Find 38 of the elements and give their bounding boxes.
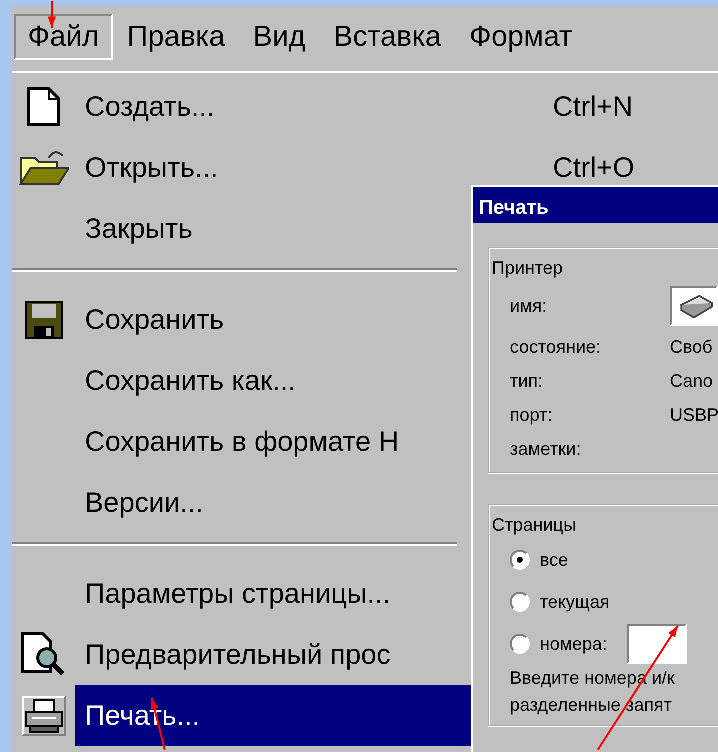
menu-item[interactable]: Предварительный прос xyxy=(75,624,399,685)
radio-label[interactable]: номера: xyxy=(540,630,608,658)
menu-item[interactable]: Сохранить в формате Н xyxy=(75,411,408,472)
menu-item[interactable]: Закрыть xyxy=(75,198,201,259)
menu-item[interactable]: Открыть... xyxy=(75,137,226,198)
radio-label[interactable]: все xyxy=(540,546,568,574)
field-value: Cano xyxy=(670,370,714,392)
menu-bar-item[interactable]: Формат xyxy=(456,14,587,60)
page-numbers-field[interactable] xyxy=(627,624,688,664)
menu-item[interactable]: Версии... xyxy=(75,472,212,533)
field-label: состояние: xyxy=(510,336,602,358)
hint-text: разделенные запят xyxy=(510,694,673,717)
radio-button[interactable] xyxy=(510,550,530,570)
menu-item[interactable]: Параметры страницы... xyxy=(75,563,399,624)
menu-bar-item[interactable]: Файл xyxy=(14,14,114,60)
radio-button[interactable] xyxy=(510,634,530,654)
menu-item[interactable]: Сохранить как... xyxy=(75,350,304,411)
printer-select[interactable] xyxy=(670,286,718,326)
printer-icon xyxy=(678,292,714,320)
new-document-icon xyxy=(26,86,60,126)
shortcut-text: Ctrl+N xyxy=(553,90,634,124)
menu-bar-item[interactable]: Правка xyxy=(113,14,240,60)
shortcut-text: Ctrl+O xyxy=(553,150,635,184)
menu-item[interactable]: Создать... xyxy=(75,76,223,137)
field-label: имя: xyxy=(510,294,548,318)
printer-icon xyxy=(22,696,66,736)
radio-label[interactable]: текущая xyxy=(540,588,610,616)
print-preview-icon xyxy=(20,632,66,678)
menu-item[interactable]: Сохранить xyxy=(75,289,232,350)
menu-bar-item[interactable]: Вид xyxy=(239,14,320,60)
field-value: USBP xyxy=(670,404,718,426)
field-label: порт: xyxy=(510,404,554,427)
field-label: заметки: xyxy=(510,438,582,460)
field-value: Своб xyxy=(670,336,713,358)
dialog-title: Печать xyxy=(473,187,718,223)
menu-bar-item[interactable]: Вставка xyxy=(320,14,456,60)
field-label: тип: xyxy=(510,370,544,392)
radio-button[interactable] xyxy=(510,592,530,612)
